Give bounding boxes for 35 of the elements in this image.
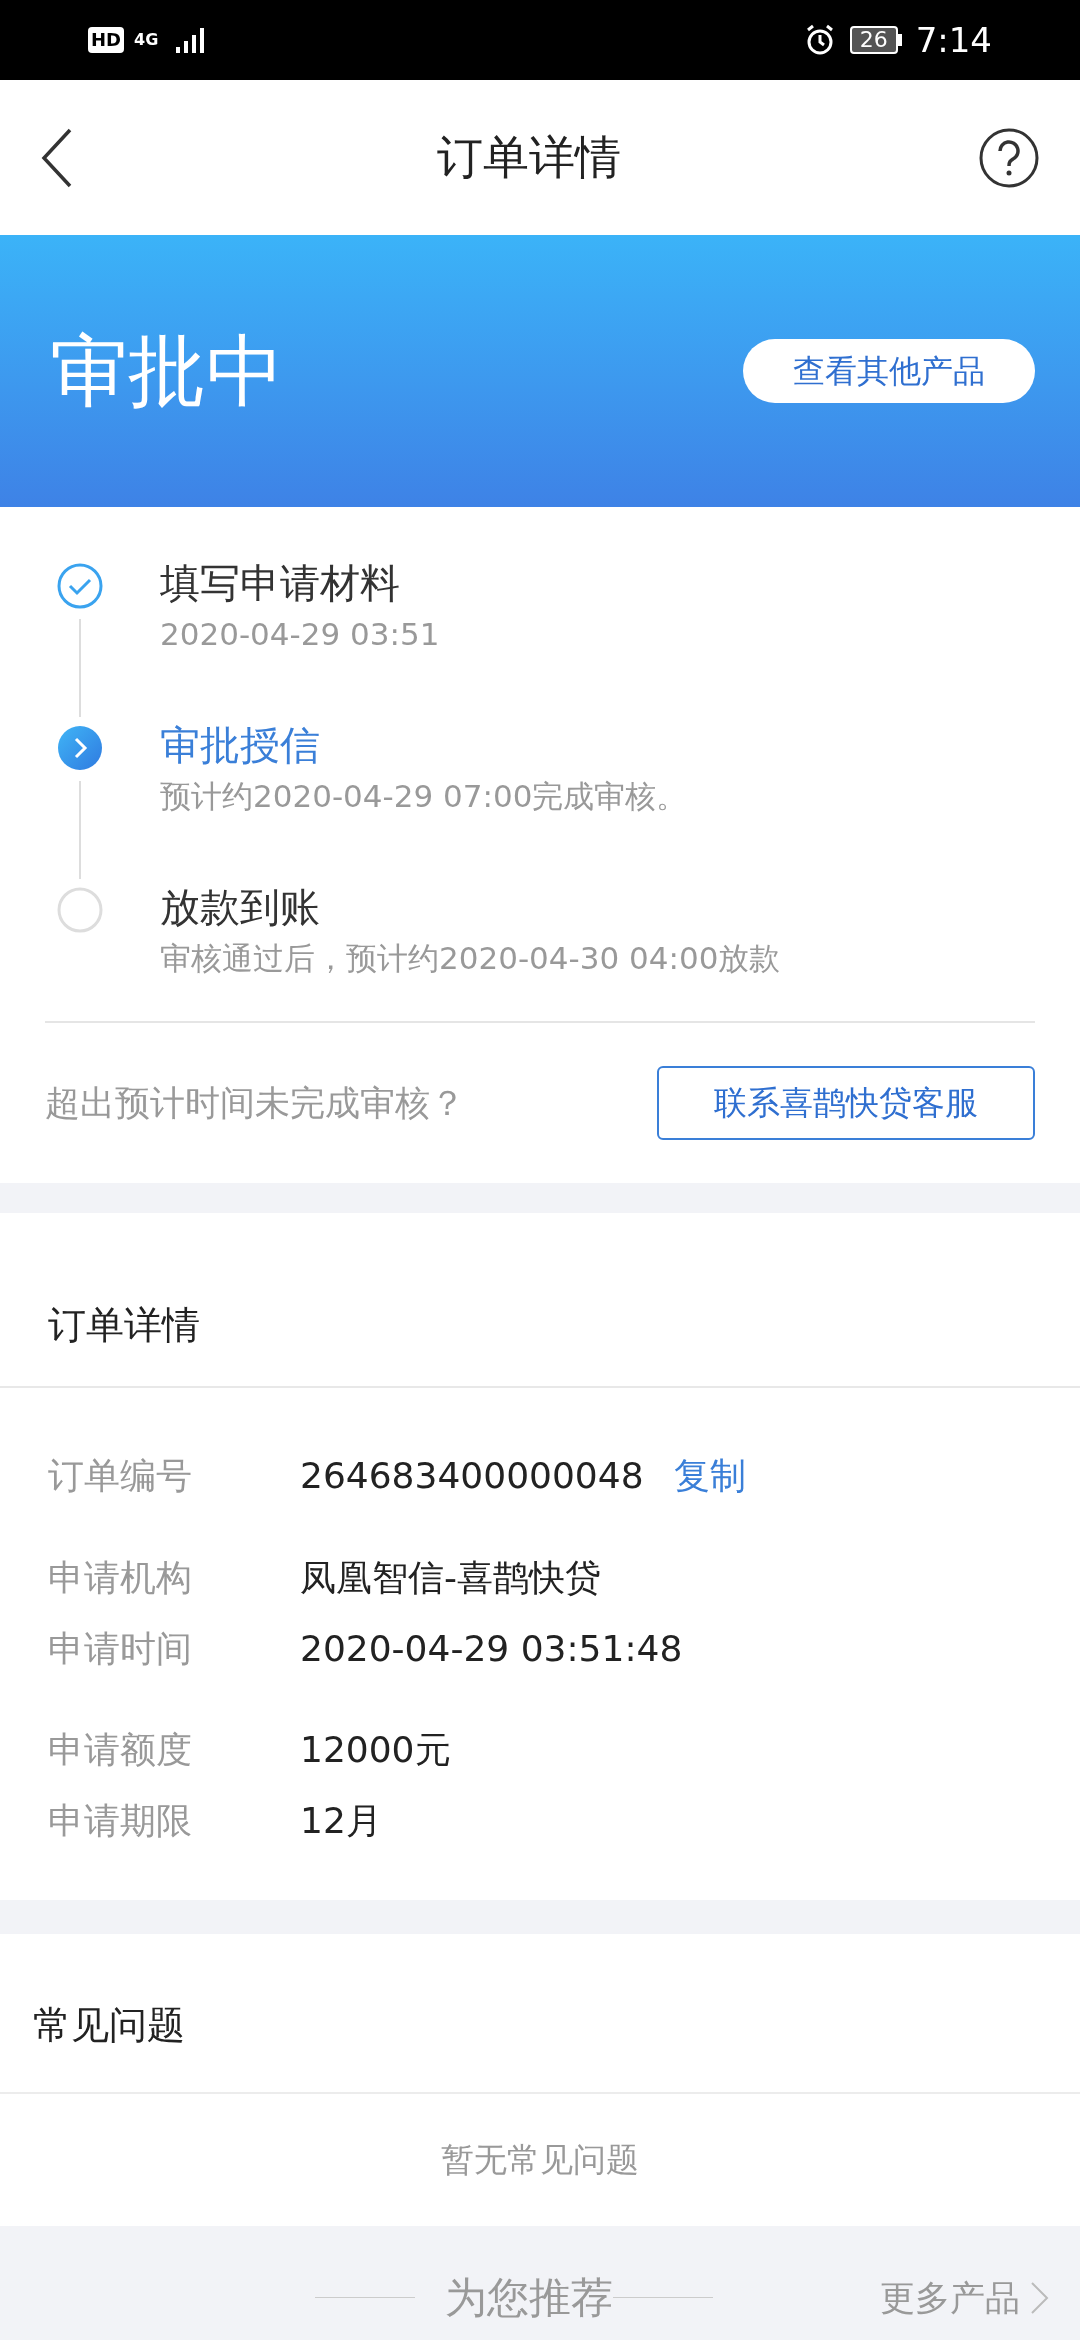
step-title: 审批授信 bbox=[160, 721, 321, 770]
empty-message: 暂无常见问题 bbox=[441, 2139, 639, 2182]
clock-time: 7:14 bbox=[915, 23, 992, 57]
step-title: 填写申请材料 bbox=[160, 559, 401, 608]
step-subtitle: 审核通过后，预计约2020-04-30 04:00放款 bbox=[160, 939, 781, 978]
hd-badge: HD bbox=[88, 27, 124, 53]
field-value: 12月 bbox=[300, 1799, 382, 1843]
contact-service-button[interactable]: 联系喜鹊快贷客服 bbox=[657, 1066, 1035, 1140]
field-value: 凤凰智信-喜鹊快贷 bbox=[300, 1556, 601, 1600]
page-title: 订单详情 bbox=[437, 129, 621, 186]
field-label: 申请时间 bbox=[48, 1627, 193, 1671]
step-subtitle: 预计约2020-04-29 07:00完成审核。 bbox=[160, 777, 688, 816]
field-label: 订单编号 bbox=[48, 1454, 193, 1498]
recommend-heading: 为您推荐 bbox=[445, 2272, 613, 2324]
back-icon bbox=[40, 127, 74, 188]
step-title: 放款到账 bbox=[160, 883, 321, 932]
help-button[interactable] bbox=[978, 126, 1040, 189]
battery-level: 26 bbox=[849, 26, 898, 54]
help-icon bbox=[978, 126, 1040, 189]
field-label: 申请额度 bbox=[48, 1728, 193, 1772]
field-value: 12000元 bbox=[300, 1728, 451, 1772]
other-products-button[interactable]: 查看其他产品 bbox=[743, 339, 1035, 403]
overdue-question: 超出预计时间未完成审核？ bbox=[45, 1081, 465, 1125]
status-heading: 审批中 bbox=[50, 324, 284, 418]
network-label: 4G bbox=[134, 32, 159, 48]
chevron-right-icon bbox=[1030, 2281, 1050, 2316]
more-products-link[interactable]: 更多产品 bbox=[880, 2272, 1050, 2325]
field-label: 申请期限 bbox=[48, 1799, 193, 1843]
step-subtitle: 2020-04-29 03:51 bbox=[160, 615, 440, 654]
field-label: 申请机构 bbox=[48, 1556, 193, 1600]
copy-link[interactable]: 复制 bbox=[673, 1449, 746, 1503]
field-value: 264683400000048 bbox=[300, 1454, 644, 1498]
field-value: 2020-04-29 03:51:48 bbox=[300, 1627, 683, 1671]
section-heading: 常见问题 bbox=[33, 2002, 185, 2049]
section-heading: 订单详情 bbox=[48, 1302, 200, 1349]
